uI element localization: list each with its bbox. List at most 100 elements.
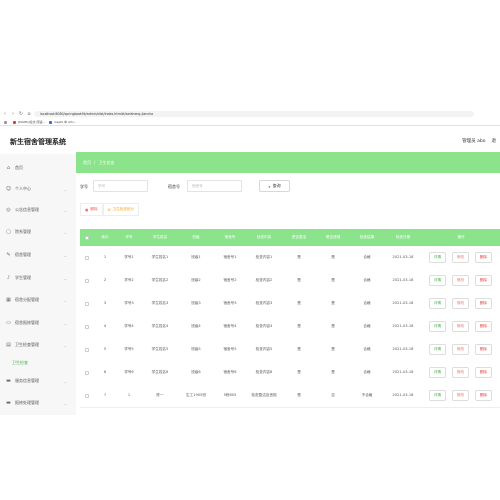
sidebar-item-label: 卫生检查管理 bbox=[15, 342, 39, 347]
detail-button[interactable]: 详情 bbox=[429, 344, 446, 355]
row-checkbox[interactable] bbox=[85, 347, 89, 352]
sidebar-item[interactable]: ✎ 宿舍管理 ⌄ bbox=[0, 244, 76, 266]
detail-button[interactable]: 详情 bbox=[429, 252, 446, 263]
table-cell: 是 bbox=[297, 255, 301, 260]
sidebar-item-label: 服务信息管理 bbox=[15, 378, 39, 383]
table-cell: 检查整洁及违规 bbox=[251, 393, 277, 398]
sidebar-item[interactable]: ▤ 卫生检查管理 ⌄ bbox=[0, 334, 76, 356]
trash-icon: ▣ bbox=[85, 207, 89, 212]
select-all-checkbox[interactable] bbox=[85, 235, 89, 240]
table-cell: 生工1905班 bbox=[186, 393, 206, 398]
document-icon: ▢ bbox=[6, 229, 11, 235]
table-cell: 宿舍号3 bbox=[223, 301, 237, 306]
row-checkbox[interactable] bbox=[85, 278, 89, 283]
table-cell: 是 bbox=[297, 347, 301, 352]
sidebar-item[interactable]: ⌂ 首页 bbox=[0, 157, 76, 179]
column-header: 是否整洁 bbox=[291, 235, 307, 239]
chevron-down-icon: ⌄ bbox=[63, 207, 67, 213]
breadcrumb-home[interactable]: 首页 bbox=[83, 160, 91, 166]
table-cell: 学生姓名3 bbox=[151, 301, 169, 306]
home-nav-icon[interactable]: ⌂ bbox=[26, 111, 32, 117]
forward-icon[interactable]: › bbox=[10, 111, 16, 117]
sidebar-item[interactable]: ☺ 个人中心 ⌄ bbox=[0, 178, 76, 200]
row-checkbox-cell bbox=[80, 246, 94, 269]
row-delete-button[interactable]: 删除 bbox=[475, 275, 492, 286]
bookmark-label: [DAMO]论文 阅读... bbox=[18, 120, 46, 124]
detail-button[interactable]: 详情 bbox=[429, 367, 446, 378]
row-delete-button[interactable]: 删除 bbox=[475, 390, 492, 401]
apps-icon bbox=[4, 120, 7, 124]
stats-button[interactable]: ⊞ 卫生检查统计 bbox=[102, 203, 140, 216]
edit-button[interactable]: 修改 bbox=[452, 321, 469, 332]
row-delete-button[interactable]: 删除 bbox=[475, 252, 492, 263]
column-header: 学生姓名 bbox=[152, 235, 168, 239]
exit-link[interactable]: 退 bbox=[492, 138, 497, 144]
user-area: 管理员 abo 退 bbox=[462, 138, 496, 144]
row-delete-button[interactable]: 删除 bbox=[475, 367, 492, 378]
edit-button[interactable]: 修改 bbox=[452, 367, 469, 378]
detail-button[interactable]: 详情 bbox=[429, 298, 446, 309]
reload-icon[interactable]: ↻ bbox=[18, 111, 24, 117]
table-cell: 是 bbox=[331, 324, 335, 329]
column-header: 操作 bbox=[457, 235, 465, 239]
sidebar-item[interactable]: ▭ 宿舍报修管理 ⌄ bbox=[0, 312, 76, 334]
row-checkbox[interactable] bbox=[85, 255, 89, 260]
table-row: 5 学号5 学生姓名5 班级5 宿舍号5 检查内容5 是 是 合格 2021-03-18 详情 修改删… bbox=[80, 338, 500, 362]
edit-button[interactable]: 修改 bbox=[452, 252, 469, 263]
row-checkbox[interactable] bbox=[85, 301, 89, 306]
sidebar-item[interactable]: ▢ 院系管理 ⌄ bbox=[0, 221, 76, 243]
table-cell: 宿舍号4 bbox=[223, 324, 237, 329]
back-icon[interactable]: ‹ bbox=[2, 111, 8, 117]
query-button[interactable]: ⌕ 查询 bbox=[259, 180, 290, 192]
address-bar[interactable]: localhost:8080/springboot9k/admin/dist/i… bbox=[34, 111, 474, 117]
sidebar-item-label: 学生管理 bbox=[15, 275, 31, 280]
table-cell: 学生姓名4 bbox=[151, 324, 169, 329]
person-icon: ☺ bbox=[5, 186, 12, 192]
detail-button[interactable]: 详情 bbox=[429, 321, 446, 332]
table-cell: 检查内容5 bbox=[255, 347, 273, 352]
bell-icon: ♪ bbox=[6, 275, 11, 281]
edit-button[interactable]: 修改 bbox=[452, 344, 469, 355]
sidebar-item[interactable]: ▬ 报修处理管理 ⌄ bbox=[0, 392, 76, 414]
edit-button[interactable]: 修改 bbox=[452, 275, 469, 286]
bookmark-item[interactable]: Gephi 中 Arti... bbox=[49, 120, 76, 124]
search-icon: ⌕ bbox=[268, 183, 271, 189]
row-checkbox[interactable] bbox=[85, 370, 89, 375]
room-number-input[interactable]: 宿舍号 bbox=[187, 180, 242, 192]
row-delete-button[interactable]: 删除 bbox=[475, 344, 492, 355]
row-checkbox-cell bbox=[80, 338, 94, 361]
sidebar-item[interactable]: ♪ 学生管理 ⌄ bbox=[0, 267, 76, 289]
student-id-input[interactable]: 学号 bbox=[93, 180, 148, 192]
table-cell: 2021-03-18 bbox=[392, 393, 414, 398]
sidebar-item[interactable]: ◎ 公告信息管理 ⌄ bbox=[0, 199, 76, 221]
delete-button[interactable]: ▣ 删除 bbox=[80, 203, 103, 216]
table-cell: 是 bbox=[297, 370, 301, 375]
row-delete-button[interactable]: 删除 bbox=[475, 298, 492, 309]
sidebar-item-label: 院系管理 bbox=[15, 229, 31, 234]
table-cell: 合格 bbox=[363, 324, 371, 329]
row-checkbox[interactable] bbox=[85, 393, 89, 398]
table-row: 1 学号1 学生姓名1 班级1 宿舍号1 检查内容1 是 是 合格 2021-03-18 详情 修改删… bbox=[80, 246, 500, 270]
table-cell: 合格 bbox=[363, 278, 371, 283]
bookmark-apps[interactable] bbox=[4, 120, 9, 124]
row-delete-button[interactable]: 删除 bbox=[475, 321, 492, 332]
bookmark-icon bbox=[49, 120, 53, 124]
sidebar-item[interactable]: ▬宿舍信息管理⌄ bbox=[0, 414, 76, 415]
sidebar-subitem-active[interactable]: 卫生检查 bbox=[12, 360, 28, 366]
table-cell: 检查内容3 bbox=[255, 301, 273, 306]
table-cell: 学号3 bbox=[124, 301, 134, 306]
table-cell: 7 bbox=[103, 393, 107, 398]
user-label[interactable]: 管理员 abo bbox=[462, 138, 485, 144]
bookmark-item[interactable]: [DAMO]论文 阅读... bbox=[13, 120, 45, 124]
table-cell: 学号5 bbox=[124, 347, 134, 352]
table-row: 3 学号3 学生姓名3 班级3 宿舍号3 检查内容3 是 是 合格 2021-03-18 详情 修改删… bbox=[80, 292, 500, 316]
row-checkbox[interactable] bbox=[85, 324, 89, 329]
sidebar-item[interactable]: ▬ 服务信息管理 ⌄ bbox=[0, 370, 76, 392]
edit-button[interactable]: 修改 bbox=[452, 390, 469, 401]
stats-button-label: 卫生检查统计 bbox=[112, 207, 135, 211]
column-header: 检查日期 bbox=[395, 235, 411, 239]
detail-button[interactable]: 详情 bbox=[429, 390, 446, 401]
edit-button[interactable]: 修改 bbox=[452, 298, 469, 309]
detail-button[interactable]: 详情 bbox=[429, 275, 446, 286]
sidebar-item[interactable]: ▦ 宿舍分配管理 ⌄ bbox=[0, 289, 76, 311]
